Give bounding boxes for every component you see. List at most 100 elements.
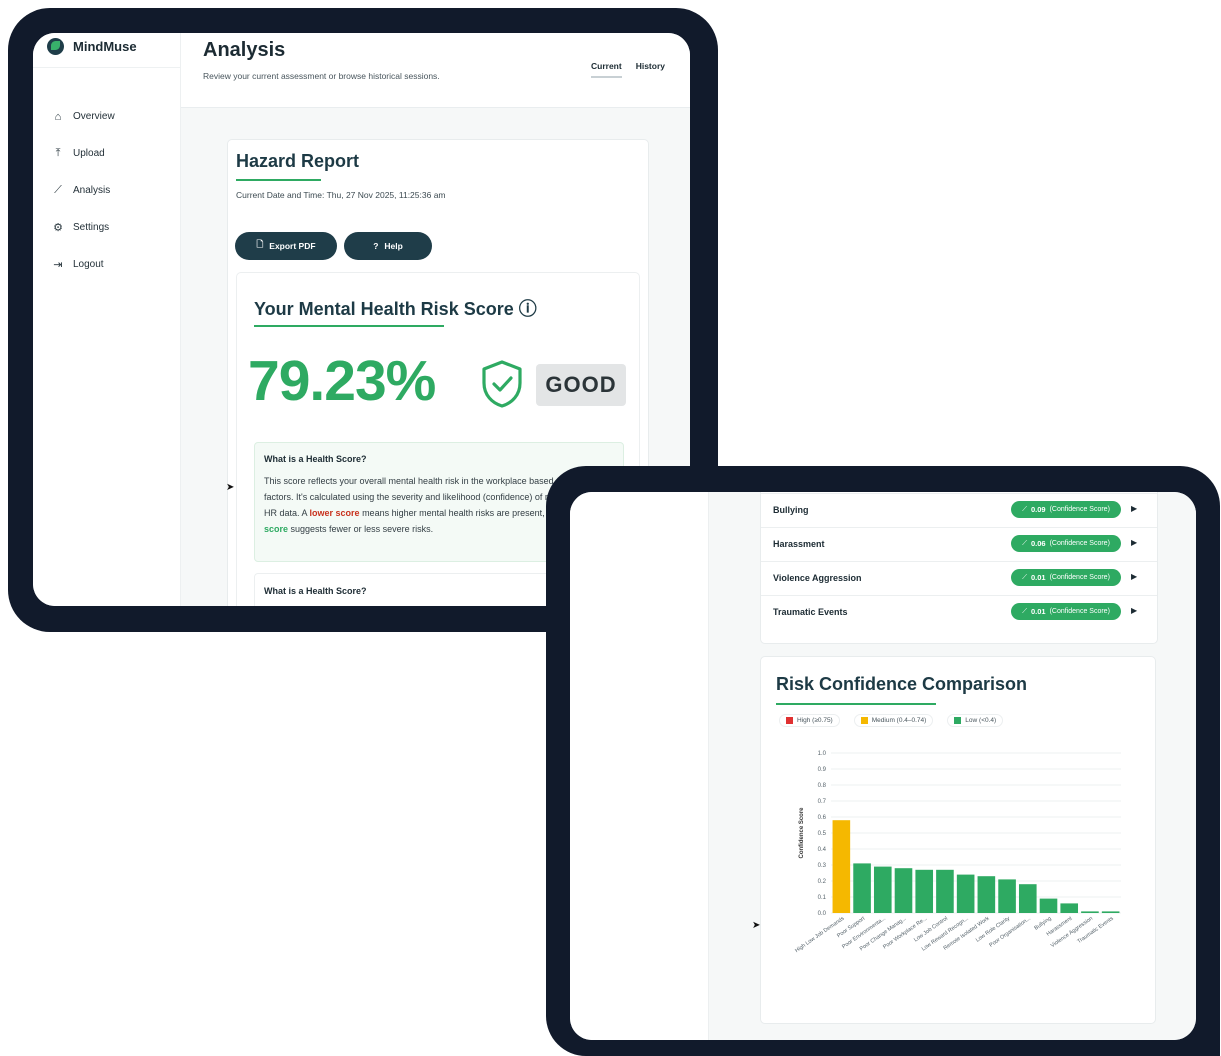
chart-icon: ⟋ bbox=[1022, 539, 1027, 547]
page-subtitle: Review your current assessment or browse… bbox=[203, 71, 440, 81]
brand[interactable]: MindMuse bbox=[47, 38, 137, 55]
logout-icon: ⇥ bbox=[53, 259, 63, 271]
help-label: Help bbox=[384, 241, 403, 251]
y-axis-label: Confidence Score bbox=[799, 807, 805, 859]
sidebar-item-label: Upload bbox=[73, 148, 105, 159]
confidence-value: 0.01 bbox=[1030, 573, 1046, 582]
chart-legend: High (≥0.75) Medium (0.4–0.74) Low (<0.4… bbox=[779, 714, 1004, 727]
expand-arrow-icon[interactable]: ▶ bbox=[1131, 606, 1137, 615]
sidebar-item-logout[interactable]: ⇥ Logout bbox=[52, 246, 115, 283]
legend-swatch bbox=[786, 717, 793, 724]
sidebar bbox=[570, 492, 709, 1040]
risk-chart-card: Risk Confidence Comparison High (≥0.75) … bbox=[760, 656, 1156, 1024]
confidence-label: (Confidence Score) bbox=[1049, 540, 1110, 547]
confidence-pill: ⟋ 0.01 (Confidence Score) bbox=[1011, 569, 1121, 586]
sidebar-item-label: Settings bbox=[73, 222, 110, 233]
y-tick-label: 0.6 bbox=[818, 815, 827, 821]
document-icon: 🗋 bbox=[256, 239, 264, 249]
y-tick-label: 0.0 bbox=[818, 911, 827, 917]
info-heading-2: What is a Health Score? bbox=[264, 586, 367, 596]
chart-bar bbox=[832, 820, 851, 913]
y-tick-label: 0.7 bbox=[818, 799, 827, 805]
export-pdf-button[interactable]: 🗋 Export PDF bbox=[235, 232, 337, 260]
legend-swatch bbox=[860, 717, 868, 724]
legend-item-low[interactable]: Low (<0.4) bbox=[947, 714, 1004, 727]
risk-name: Harassment bbox=[773, 539, 825, 549]
y-tick-label: 0.4 bbox=[818, 847, 827, 853]
score-title-text: Your Mental Health Risk Score bbox=[254, 299, 514, 319]
divider bbox=[33, 67, 180, 68]
home-icon: ⌂ bbox=[54, 110, 62, 123]
confidence-value: 0.06 bbox=[1030, 539, 1046, 548]
sidebar-item-overview[interactable]: ⌂ Overview bbox=[52, 98, 115, 135]
tab-current[interactable]: Current bbox=[591, 61, 622, 78]
chart-bar bbox=[853, 863, 871, 913]
tab-history[interactable]: History bbox=[636, 61, 665, 78]
confidence-pill: ⟋ 0.01 (Confidence Score) bbox=[1011, 603, 1121, 620]
brand-logo-icon bbox=[47, 38, 64, 55]
risk-name: Violence Aggression bbox=[773, 573, 862, 583]
confidence-pill: ⟋ 0.06 (Confidence Score) bbox=[1011, 535, 1121, 552]
expand-arrow-icon[interactable]: ▶ bbox=[1131, 572, 1137, 581]
gear-icon: ⚙ bbox=[53, 222, 63, 234]
page-title: Analysis bbox=[203, 39, 286, 61]
confidence-value: 0.09 bbox=[1030, 505, 1046, 514]
expand-arrow-icon[interactable]: ▶ bbox=[1131, 504, 1137, 513]
chart-bar bbox=[873, 866, 892, 913]
legend-item-medium[interactable]: Medium (0.4–0.74) bbox=[853, 714, 934, 727]
chart-bar bbox=[956, 874, 975, 913]
y-tick-label: 0.8 bbox=[818, 783, 827, 789]
confidence-label: (Confidence Score) bbox=[1049, 608, 1110, 615]
legend-label: Low (<0.4) bbox=[965, 717, 997, 724]
legend-label: High (≥0.75) bbox=[797, 717, 833, 724]
chart-bar bbox=[977, 876, 996, 913]
info-text-part: suggests fewer or less severe risks. bbox=[288, 524, 434, 534]
legend-item-high[interactable]: High (≥0.75) bbox=[779, 714, 840, 727]
chart-icon: ⟋ bbox=[1022, 573, 1027, 581]
chart-title: Risk Confidence Comparison bbox=[776, 674, 1028, 694]
chart-bar bbox=[1039, 898, 1058, 913]
brand-name: MindMuse bbox=[73, 39, 137, 54]
status-badge: GOOD bbox=[536, 364, 626, 406]
expand-arrow-icon[interactable]: ▶ bbox=[1131, 538, 1137, 547]
info-text-part: means higher mental health risks are pre… bbox=[359, 508, 578, 518]
report-title: Hazard Report bbox=[236, 151, 360, 171]
help-icon: ? bbox=[373, 241, 379, 251]
export-pdf-label: Export PDF bbox=[269, 241, 316, 251]
bar-chart: 1.0 0.9 0.8 0.7 0.6 0.5 0.4 0.3 0.2 0.1 0.0 Confide… bbox=[794, 751, 1121, 954]
score-value: 79.23% bbox=[248, 349, 436, 413]
mouse-cursor-icon: ➤ bbox=[752, 920, 761, 931]
sidebar-item-upload[interactable]: ⤒ Upload bbox=[52, 135, 115, 172]
x-tick-label: Traumatic Events bbox=[1076, 916, 1115, 945]
date-value: Thu, 27 Nov 2025, 11:25:36 am bbox=[326, 190, 446, 200]
y-tick-label: 0.3 bbox=[818, 863, 827, 869]
info-heading: What is a Health Score? bbox=[264, 454, 367, 464]
mouse-cursor-icon: ➤ bbox=[226, 482, 235, 493]
chart-bar bbox=[1018, 884, 1037, 913]
chart-bar bbox=[894, 868, 913, 913]
risk-name: Traumatic Events bbox=[773, 607, 848, 617]
report-date: Current Date and Time: Thu, 27 Nov 2025,… bbox=[236, 190, 446, 200]
list-item[interactable]: Harassment ⟋ 0.06 (Confidence Score) ▶ bbox=[761, 527, 1157, 562]
legend-label: Medium (0.4–0.74) bbox=[871, 717, 927, 724]
y-tick-label: 0.5 bbox=[818, 831, 827, 837]
y-tick-label: 0.9 bbox=[818, 767, 827, 773]
chart-bar bbox=[1101, 911, 1120, 913]
date-label: Current Date and Time: bbox=[236, 190, 325, 200]
confidence-label: (Confidence Score) bbox=[1049, 574, 1110, 581]
help-button[interactable]: ? Help bbox=[344, 232, 432, 260]
y-tick-label: 1.0 bbox=[818, 751, 827, 757]
risk-name: Bullying bbox=[773, 505, 809, 515]
sidebar-item-settings[interactable]: ⚙ Settings bbox=[52, 209, 115, 246]
list-item[interactable]: Traumatic Events ⟋ 0.01 (Confidence Score)… bbox=[761, 595, 1157, 629]
shield-check-icon bbox=[482, 360, 522, 408]
sidebar-item-analysis[interactable]: ⟋ Analysis bbox=[52, 172, 115, 209]
confidence-pill: ⟋ 0.09 (Confidence Score) bbox=[1011, 501, 1121, 518]
score-title-underline bbox=[254, 325, 444, 327]
list-item[interactable]: Violence Aggression ⟋ 0.01 (Confidence Sco… bbox=[761, 561, 1157, 596]
title-underline bbox=[236, 179, 321, 181]
score-title: Your Mental Health Risk Score ⓘ bbox=[254, 295, 537, 321]
info-icon[interactable]: ⓘ bbox=[519, 299, 537, 319]
list-item[interactable]: Bullying ⟋ 0.09 (Confidence Score) ▶ bbox=[761, 493, 1157, 528]
legend-swatch bbox=[954, 717, 962, 724]
